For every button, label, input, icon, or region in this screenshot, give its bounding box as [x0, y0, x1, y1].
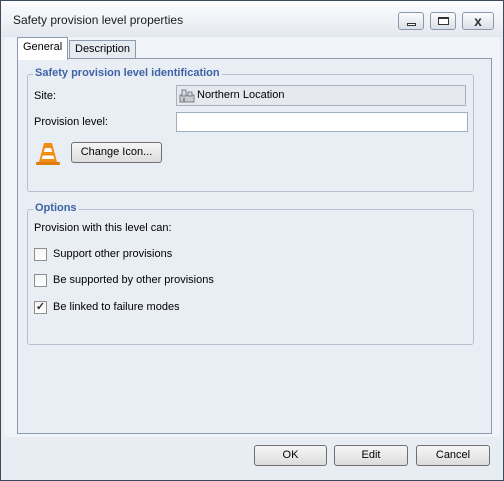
properties-dialog: Safety provision level properties x Gene…: [0, 0, 504, 481]
general-tab-panel: Safety provision level identification Si…: [17, 58, 492, 434]
linked-to-failure-modes-checkbox[interactable]: ✓: [34, 301, 47, 314]
window-title: Safety provision level properties: [13, 13, 184, 27]
provision-level-input[interactable]: [176, 112, 468, 132]
support-other-provisions-label[interactable]: Support other provisions: [53, 248, 172, 260]
location-building-icon: [179, 89, 195, 103]
support-other-provisions-checkbox[interactable]: [34, 248, 47, 261]
edit-button[interactable]: Edit: [334, 445, 408, 466]
minimize-button[interactable]: [398, 12, 424, 30]
tab-description[interactable]: Description: [69, 40, 137, 59]
options-group-title: Options: [33, 202, 79, 214]
site-field: Northern Location: [176, 85, 466, 106]
options-intro: Provision with this level can:: [34, 222, 172, 234]
maximize-icon: [438, 17, 449, 25]
close-icon: x: [474, 13, 482, 29]
tab-general[interactable]: General: [17, 37, 69, 60]
be-supported-label[interactable]: Be supported by other provisions: [53, 274, 214, 286]
dialog-body: General Description Safety provision lev…: [4, 37, 500, 437]
traffic-cone-icon: [36, 143, 60, 165]
site-label: Site:: [34, 90, 57, 102]
maximize-button[interactable]: [430, 12, 456, 30]
identification-group-title: Safety provision level identification: [33, 67, 222, 79]
cancel-button[interactable]: Cancel: [416, 445, 490, 466]
be-supported-checkbox[interactable]: [34, 274, 47, 287]
close-button[interactable]: x: [462, 12, 494, 30]
provision-level-label: Provision level:: [34, 116, 108, 128]
minimize-icon: [407, 23, 416, 26]
title-bar[interactable]: Safety provision level properties x: [1, 1, 503, 37]
site-value: Northern Location: [197, 89, 285, 101]
identification-group: Safety provision level identification Si…: [27, 67, 474, 192]
checkmark-icon: ✓: [35, 301, 46, 313]
ok-button[interactable]: OK: [254, 445, 327, 466]
linked-to-failure-modes-label[interactable]: Be linked to failure modes: [53, 301, 180, 313]
options-group: Options Provision with this level can: S…: [27, 202, 474, 345]
change-icon-button[interactable]: Change Icon...: [71, 142, 162, 163]
